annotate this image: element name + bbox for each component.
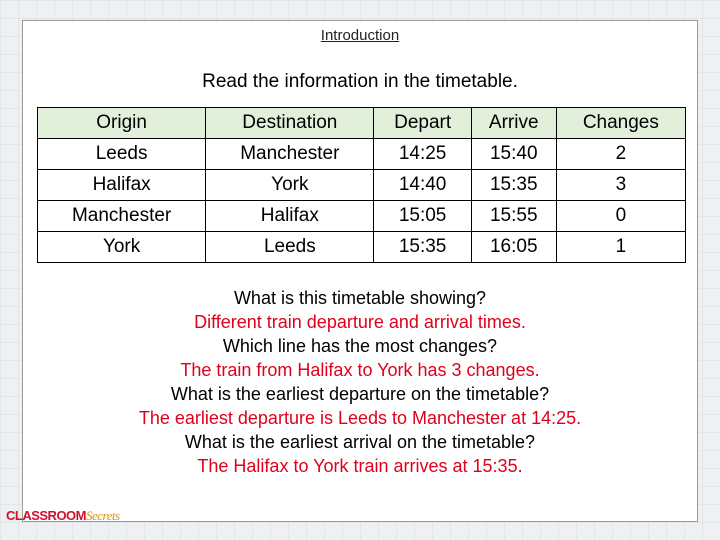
slide-title: Introduction (320, 27, 400, 44)
classroom-secrets-logo: CLASSROOMSecrets (6, 508, 120, 524)
cell: 15:05 (373, 200, 472, 232)
answer: The train from Halifax to York has 3 cha… (180, 360, 540, 380)
table-row: Leeds Manchester 14:25 15:40 2 (36, 138, 687, 170)
answer: Different train departure and arrival ti… (194, 312, 526, 332)
header-cell: Changes (555, 107, 687, 139)
cell: 15:35 (373, 231, 472, 263)
cell: Leeds (205, 231, 375, 263)
header-cell: Origin (36, 107, 207, 139)
cell: 15:55 (470, 200, 557, 232)
cell: Manchester (205, 138, 375, 170)
question: What is the earliest arrival on the time… (184, 432, 536, 452)
table-row: Manchester Halifax 15:05 15:55 0 (36, 200, 687, 232)
logo-script: Secrets (86, 508, 120, 523)
header-cell: Destination (205, 107, 375, 139)
cell: 1 (555, 231, 687, 263)
cell: 16:05 (470, 231, 557, 263)
table-header-row: Origin Destination Depart Arrive Changes (36, 107, 687, 139)
cell: Manchester (36, 200, 207, 232)
header-cell: Depart (373, 107, 472, 139)
question: Which line has the most changes? (222, 336, 498, 356)
cell: Halifax (36, 169, 207, 201)
cell: York (205, 169, 375, 201)
header-cell: Arrive (470, 107, 557, 139)
cell: 3 (555, 169, 687, 201)
slide-card: Introduction Read the information in the… (22, 20, 698, 522)
cell: 14:40 (373, 169, 472, 201)
cell: 15:40 (470, 138, 557, 170)
timetable: Origin Destination Depart Arrive Changes… (36, 107, 687, 263)
cell: York (36, 231, 207, 263)
cell: Halifax (205, 200, 375, 232)
cell: 14:25 (373, 138, 472, 170)
table-row: Halifax York 14:40 15:35 3 (36, 169, 687, 201)
questions-answers: What is this timetable showing? Differen… (23, 286, 697, 478)
answer: The Halifax to York train arrives at 15:… (197, 456, 523, 476)
question: What is the earliest departure on the ti… (170, 384, 550, 404)
cell: 0 (555, 200, 687, 232)
cell: 15:35 (470, 169, 557, 201)
instruction: Read the information in the timetable. (202, 71, 518, 92)
cell: 2 (555, 138, 687, 170)
table-row: York Leeds 15:35 16:05 1 (36, 231, 687, 263)
question: What is this timetable showing? (233, 288, 487, 308)
cell: Leeds (36, 138, 207, 170)
logo-text: CLASSROOM (6, 508, 87, 523)
answer: The earliest departure is Leeds to Manch… (138, 408, 582, 428)
